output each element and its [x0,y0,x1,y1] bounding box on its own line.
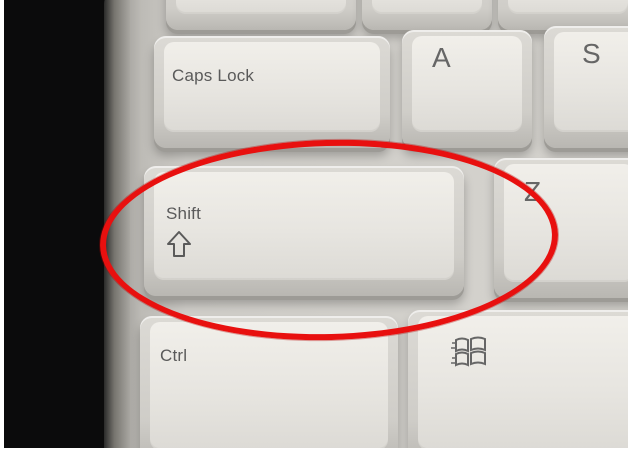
shift-key-label: Shift [166,204,202,223]
shift-up-arrow-icon [167,231,191,257]
keyboard-photo: Caps Lock A S Shift Z Ctrl [4,0,628,448]
keyboard-edge [104,0,130,448]
s-key[interactable]: S [544,26,628,148]
windows-key[interactable] [408,310,628,448]
key-top-left [166,0,356,30]
key-top-middle [362,0,492,30]
ctrl-key-label: Ctrl [160,346,188,365]
caps-lock-key[interactable]: Caps Lock [154,36,390,148]
z-key-label: Z [524,176,542,207]
ctrl-key[interactable]: Ctrl [140,316,398,448]
a-key-label: A [432,42,451,73]
z-key[interactable]: Z [494,158,628,298]
windows-logo-icon [451,336,486,367]
a-key[interactable]: A [402,30,532,148]
shift-key[interactable]: Shift [144,166,464,296]
caps-lock-label: Caps Lock [172,66,255,85]
s-key-label: S [582,38,601,69]
